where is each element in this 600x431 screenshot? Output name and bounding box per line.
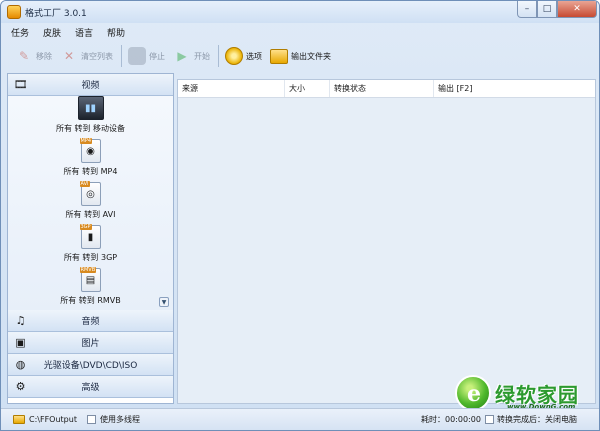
avi-file-icon: AVI ◎ — [79, 181, 101, 206]
close-button[interactable]: ✕ — [557, 1, 597, 18]
menu-skin[interactable]: 皮肤 — [43, 26, 61, 39]
status-bar: C:\FFOutput 使用多线程 耗时：00:00:00 转换完成后：关闭电脑 — [1, 408, 599, 430]
column-header-output[interactable]: 输出 [F2] — [434, 80, 595, 97]
elapsed-time: 耗时：00:00:00 — [421, 415, 481, 424]
format-item-avi[interactable]: AVI ◎ 所有 转到 AVI — [8, 181, 173, 225]
after-convert-label: 转换完成后：关闭电脑 — [497, 415, 577, 424]
remove-label: 移除 — [36, 51, 52, 61]
task-list-body[interactable] — [178, 98, 595, 403]
disc-drive-icon: ◍ — [15, 358, 26, 371]
category-rom-label: 光驱设备\DVD\CD\ISO — [43, 361, 138, 371]
stop-icon — [128, 47, 146, 65]
options-icon — [225, 47, 243, 65]
toolbar-separator — [218, 45, 219, 67]
category-picture-label: 图片 — [81, 339, 100, 349]
advanced-icon: ⚙ — [15, 380, 26, 393]
output-path[interactable]: C:\FFOutput — [29, 415, 77, 424]
options-button[interactable]: 选项 — [225, 43, 262, 69]
category-audio-label: 音频 — [81, 317, 100, 327]
mobile-device-icon: ▮▮ — [77, 96, 104, 120]
options-label: 选项 — [246, 51, 262, 61]
maximize-button[interactable]: □ — [537, 1, 557, 18]
start-label: 开始 — [194, 51, 210, 61]
folder-icon — [13, 415, 25, 424]
start-button[interactable]: ▶ 开始 — [173, 43, 210, 69]
output-folder-button[interactable]: 输出文件夹 — [270, 43, 331, 69]
multithread-label: 使用多线程 — [99, 415, 140, 424]
stop-button[interactable]: 停止 — [128, 43, 165, 69]
watermark-logo-icon: e — [455, 375, 491, 411]
format-item-3gp[interactable]: 3GP ▮ 所有 转到 3GP — [8, 224, 173, 268]
column-header-status[interactable]: 转换状态 — [330, 80, 434, 97]
category-audio[interactable]: ♫ 音频 — [8, 310, 173, 332]
category-advanced[interactable]: ⚙ 高级 — [8, 376, 173, 398]
column-header-source[interactable]: 来源 — [178, 80, 285, 97]
format-item-rmvb[interactable]: RMVB ▤ 所有 转到 RMVB — [8, 267, 173, 310]
minimize-button[interactable]: – — [517, 1, 537, 18]
format-label: 所有 转到 MP4 — [63, 167, 118, 176]
output-folder-label: 输出文件夹 — [291, 51, 331, 61]
rmvb-file-icon: RMVB ▤ — [79, 267, 101, 292]
format-item-mobile[interactable]: ▮▮ 所有 转到 移动设备 — [8, 96, 173, 139]
remove-file-icon: ✎ — [18, 49, 30, 63]
category-video[interactable]: 🎞 视频 — [8, 74, 173, 96]
menu-language[interactable]: 语言 — [75, 26, 93, 39]
picture-icon: ▣ — [15, 336, 26, 349]
format-item-mp4[interactable]: MP4 ◉ 所有 转到 MP4 — [8, 138, 173, 182]
after-convert-checkbox[interactable] — [485, 415, 494, 424]
category-panel: 🎞 视频 ▮▮ 所有 转到 移动设备 MP4 ◉ 所有 转到 MP4 AVI ◎ 所… — [7, 73, 174, 404]
format-label: 所有 转到 3GP — [63, 253, 118, 262]
menu-help[interactable]: 帮助 — [107, 26, 125, 39]
category-advanced-label: 高级 — [81, 383, 100, 393]
3gp-file-icon: 3GP ▮ — [79, 224, 101, 249]
output-folder-icon — [270, 47, 288, 65]
toolbar-separator — [121, 45, 122, 67]
start-icon: ▶ — [177, 49, 187, 63]
film-icon: 🎞 — [13, 78, 28, 91]
mp4-file-icon: MP4 ◉ — [79, 138, 101, 163]
task-list[interactable]: 来源 大小 转换状态 输出 [F2] — [177, 79, 596, 404]
window-title: 格式工厂 3.0.1 — [25, 9, 87, 19]
format-label: 所有 转到 AVI — [65, 210, 116, 219]
category-rom[interactable]: ◍ 光驱设备\DVD\CD\ISO — [8, 354, 173, 376]
format-label: 所有 转到 移动设备 — [55, 124, 126, 133]
menu-task[interactable]: 任务 — [11, 26, 29, 39]
menu-bar: 任务 皮肤 语言 帮助 — [1, 23, 599, 41]
category-picture[interactable]: ▣ 图片 — [8, 332, 173, 354]
task-list-header: 来源 大小 转换状态 输出 [F2] — [178, 80, 595, 98]
scroll-down-button[interactable]: ▼ — [159, 297, 169, 307]
category-video-label: 视频 — [81, 81, 100, 91]
multithread-checkbox[interactable] — [86, 415, 96, 424]
column-header-size[interactable]: 大小 — [285, 80, 330, 97]
format-label: 所有 转到 RMVB — [60, 296, 121, 305]
music-icon: ♫ — [15, 314, 26, 327]
toolbar: ✎ 移除 ✕ 清空列表 停止 ▶ 开始 选项 输出文件夹 — [1, 41, 599, 71]
title-bar[interactable]: 格式工厂 3.0.1 – □ ✕ — [1, 1, 599, 23]
clear-list-label: 清空列表 — [81, 51, 113, 61]
clear-list-button[interactable]: ✕ 清空列表 — [60, 43, 113, 69]
app-window: 格式工厂 3.0.1 – □ ✕ 任务 皮肤 语言 帮助 ✎ 移除 ✕ 清空列表… — [0, 0, 600, 431]
video-format-list: ▮▮ 所有 转到 移动设备 MP4 ◉ 所有 转到 MP4 AVI ◎ 所有 转到 … — [8, 96, 173, 310]
stop-label: 停止 — [149, 51, 165, 61]
clear-list-icon: ✕ — [63, 49, 75, 63]
remove-button[interactable]: ✎ 移除 — [15, 43, 52, 69]
app-logo-icon — [7, 5, 21, 19]
